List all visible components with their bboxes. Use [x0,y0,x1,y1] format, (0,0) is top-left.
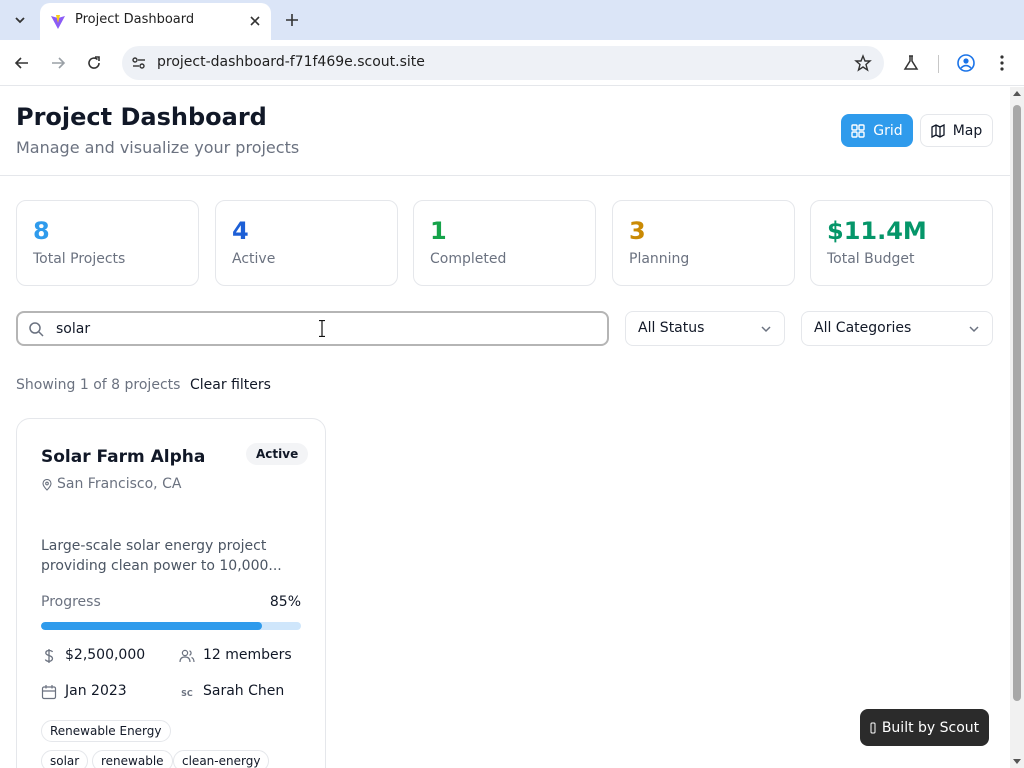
page-scrollbar[interactable] [1010,87,1024,768]
apple-logo-icon [870,722,876,733]
project-description: Large-scale solar energy project providi… [41,538,282,574]
map-icon [931,123,945,138]
close-icon[interactable] [247,13,263,29]
users-icon [179,649,195,663]
stat-label: Active [232,251,276,267]
new-tab-plus-icon[interactable] [282,10,302,30]
grid-view-label: Grid [873,122,903,139]
tag-chip: solar [41,750,89,768]
project-location: San Francisco, CA [57,476,182,492]
stat-card-planning: 3 Planning [612,200,795,286]
category-chip: Renewable Energy [41,720,171,742]
stat-card-total-projects: 8 Total Projects [16,200,199,286]
dollar-icon [44,649,54,663]
stat-label: Planning [629,251,690,267]
profile-avatar-icon[interactable] [955,52,977,74]
scroll-down-arrow-icon[interactable] [1013,759,1021,764]
text-cursor-icon [319,320,325,337]
page-content: Project Dashboard Manage and visualize y… [0,87,1010,768]
map-view-button[interactable]: Map [920,114,993,147]
stat-card-active: 4 Active [215,200,398,286]
address-bar[interactable]: project-dashboard-f71f469e.scout.site [122,46,884,80]
scrollbar-thumb[interactable] [1013,105,1021,701]
status-filter-select[interactable]: All Status [625,311,785,346]
stat-label: Total Projects [33,251,126,267]
browser-tab-bar: Project Dashboard [0,0,1024,40]
stat-value: 1 [430,217,447,245]
browser-toolbar: project-dashboard-f71f469e.scout.site [0,40,1024,86]
stat-value: 3 [629,217,646,245]
project-card[interactable]: Solar Farm Alpha Active San Francisco, C… [16,418,326,768]
results-count: Showing 1 of 8 projects [16,377,181,393]
search-input[interactable] [56,319,556,339]
search-box[interactable] [16,311,609,346]
stat-value: $11.4M [827,217,927,245]
map-pin-icon [42,479,52,491]
progress-bar-fill [41,622,262,630]
vite-favicon-icon [51,15,65,29]
url-text: project-dashboard-f71f469e.scout.site [157,54,425,70]
status-filter-value: All Status [638,320,705,336]
site-settings-icon[interactable] [130,54,148,72]
clear-filters-button[interactable]: Clear filters [190,377,271,393]
back-arrow-icon[interactable] [10,51,34,75]
kebab-menu-icon[interactable] [991,52,1013,74]
progress-label: Progress [41,594,101,610]
stat-label: Total Budget [827,251,915,267]
stat-value: 8 [33,217,50,245]
stat-value: 4 [232,217,249,245]
page-header: Project Dashboard Manage and visualize y… [0,87,1010,176]
search-icon [29,322,44,337]
grid-icon [851,123,865,138]
manager-avatar: SC [181,688,193,698]
grid-view-button[interactable]: Grid [841,114,913,147]
scroll-up-arrow-icon[interactable] [1013,91,1021,96]
progress-bar [41,622,301,630]
built-by-scout-badge[interactable]: Built by Scout [860,709,989,746]
tag-chip: clean-energy [173,750,270,768]
chevron-down-icon [969,326,979,333]
reload-icon[interactable] [82,51,106,75]
toolbar-divider [938,55,939,73]
progress-value: 85% [269,594,301,610]
bookmark-star-icon[interactable] [854,54,872,72]
category-filter-value: All Categories [814,320,912,336]
chevron-down-icon [761,326,771,333]
labs-flask-icon[interactable] [900,52,922,74]
project-members: 12 members [203,647,292,663]
page-subtitle: Manage and visualize your projects [16,138,300,157]
tab-title: Project Dashboard [75,12,195,27]
browser-tab[interactable]: Project Dashboard [40,3,271,40]
built-by-label: Built by Scout [881,719,980,736]
project-title: Solar Farm Alpha [41,447,206,467]
tab-search-chevron-icon[interactable] [8,8,32,32]
forward-arrow-icon[interactable] [46,51,70,75]
project-manager: Sarah Chen [203,683,285,699]
project-budget: $2,500,000 [65,647,146,663]
project-start-date: Jan 2023 [65,683,127,699]
stat-card-total-budget: $11.4M Total Budget [810,200,993,286]
status-badge: Active [246,443,309,465]
tag-chip: renewable [92,750,173,768]
calendar-icon [41,685,57,700]
stat-label: Completed [430,251,507,267]
category-filter-select[interactable]: All Categories [801,311,993,346]
stat-card-completed: 1 Completed [413,200,596,286]
page-title: Project Dashboard [16,103,267,131]
map-view-label: Map [952,122,983,139]
